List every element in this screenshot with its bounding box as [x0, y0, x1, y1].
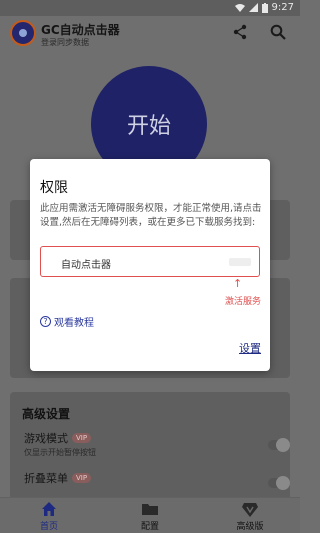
vip-diamond-icon — [242, 503, 258, 517]
app-bar: GC自动点击器 登录同步数据 — [0, 16, 300, 50]
advanced-settings-title: 高级设置 — [22, 407, 71, 421]
vip-badge: VIP — [72, 473, 92, 483]
collapse-menu-label: 折叠菜单 — [24, 472, 68, 485]
nav-home-label: 首页 — [39, 522, 58, 532]
accessibility-service-item[interactable]: 自动点击器 — [40, 246, 260, 277]
game-mode-hint: 仅显示开始暂停按钮 — [24, 448, 96, 457]
nav-config-label: 配置 — [140, 522, 159, 532]
battery-icon — [261, 2, 268, 13]
nav-premium-label: 高级版 — [236, 522, 264, 532]
activate-service-hint: 激活服务 — [225, 297, 262, 307]
folder-icon — [142, 504, 158, 515]
wifi-icon — [234, 4, 245, 12]
service-label: 自动点击器 — [61, 260, 111, 271]
watch-tutorial-link[interactable]: ? 观看教程 — [40, 314, 94, 329]
game-mode-row[interactable]: 游戏模式 VIP — [24, 430, 92, 446]
search-icon[interactable] — [270, 24, 286, 40]
arrow-up-icon: ↑ — [233, 277, 243, 290]
game-mode-toggle[interactable] — [268, 438, 290, 452]
app-logo — [10, 20, 36, 46]
help-icon: ? — [40, 316, 51, 327]
service-toggle[interactable] — [229, 258, 251, 266]
collapse-menu-row[interactable]: 折叠菜单 VIP — [24, 470, 92, 486]
bottom-nav: 首页 配置 高级版 — [0, 497, 300, 533]
status-bar: 9:27 — [0, 0, 300, 16]
tutorial-label: 观看教程 — [54, 318, 94, 329]
home-icon — [42, 502, 56, 516]
game-mode-label: 游戏模式 — [24, 432, 68, 445]
collapse-menu-toggle[interactable] — [268, 476, 290, 490]
settings-button[interactable]: 设置 — [239, 340, 261, 356]
dialog-message: 此应用需激活无障碍服务权限，才能正常使用,请点击设置,然后在无障碍列表，或在更多… — [40, 203, 262, 228]
nav-home[interactable]: 首页 — [19, 500, 79, 532]
login-sync-link[interactable]: 登录同步数据 — [41, 37, 89, 48]
vip-badge: VIP — [72, 433, 92, 443]
permission-dialog: 权限 此应用需激活无障碍服务权限，才能正常使用,请点击设置,然后在无障碍列表，或… — [30, 159, 270, 371]
nav-premium[interactable]: 高级版 — [220, 500, 280, 532]
status-icons: 9:27 — [234, 2, 294, 13]
dialog-title: 权限 — [40, 180, 68, 196]
share-icon[interactable] — [232, 24, 248, 40]
signal-icon — [248, 3, 258, 12]
status-time: 9:27 — [271, 2, 294, 13]
nav-config[interactable]: 配置 — [120, 500, 180, 532]
app-title: GC自动点击器 — [41, 23, 120, 37]
